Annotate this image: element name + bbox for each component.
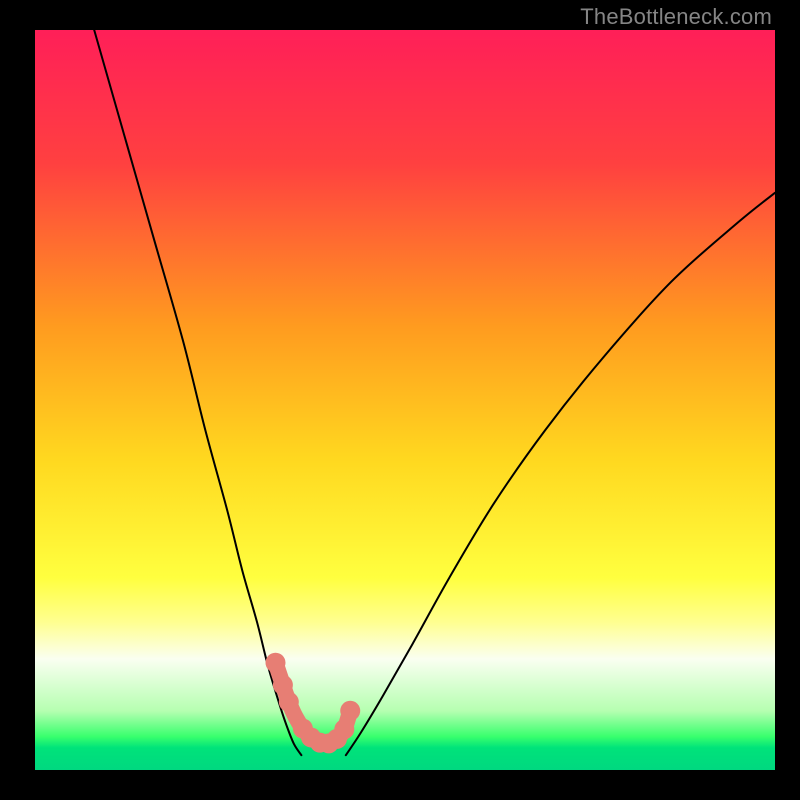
valley-marker	[273, 675, 293, 695]
watermark-text: TheBottleneck.com	[580, 4, 772, 30]
valley-marker	[266, 653, 286, 673]
chart-frame: TheBottleneck.com	[0, 0, 800, 800]
valley-marker	[279, 692, 299, 712]
chart-plot-area	[35, 30, 775, 770]
valley-marker	[340, 701, 360, 721]
valley-marker	[334, 719, 354, 739]
chart-svg	[35, 30, 775, 770]
